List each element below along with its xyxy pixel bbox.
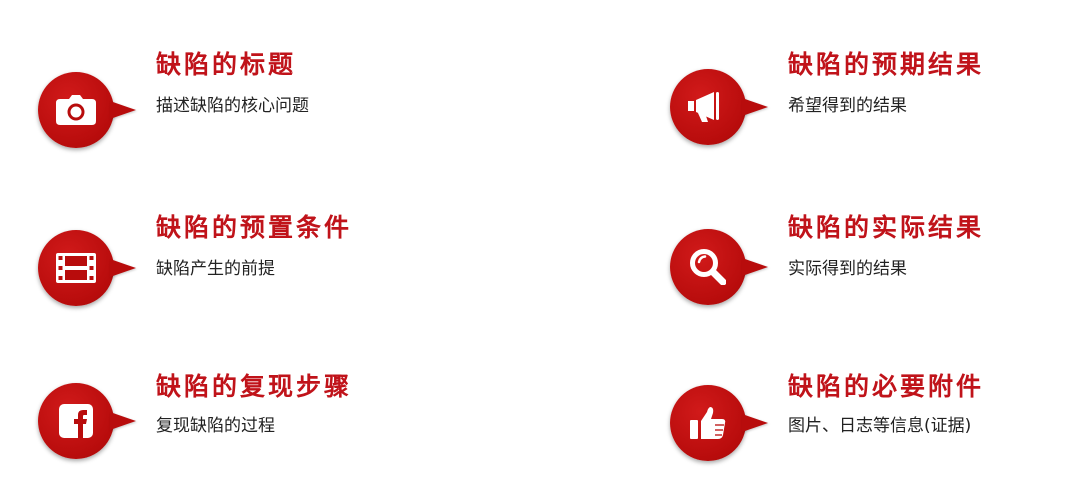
defect-repro-steps-item: 缺陷的复现步骤 复现缺陷的过程 bbox=[38, 367, 458, 477]
item-description: 图片、日志等信息(证据) bbox=[788, 416, 972, 436]
item-title: 缺陷的实际结果 bbox=[788, 213, 985, 242]
facebook-badge bbox=[38, 383, 114, 459]
camera-badge bbox=[38, 72, 114, 148]
film-icon bbox=[56, 253, 96, 283]
item-title: 缺陷的预置条件 bbox=[156, 213, 353, 242]
magnifier-icon bbox=[690, 249, 726, 285]
camera-icon bbox=[56, 95, 96, 125]
item-title: 缺陷的复现步骤 bbox=[156, 372, 353, 401]
defect-attachments-item: 缺陷的必要附件 图片、日志等信息(证据) bbox=[670, 367, 1075, 477]
item-description: 缺陷产生的前提 bbox=[156, 259, 275, 279]
thumbs-up-badge bbox=[670, 385, 746, 461]
magnifier-badge bbox=[670, 229, 746, 305]
item-description: 描述缺陷的核心问题 bbox=[156, 96, 309, 116]
defect-expected-result-item: 缺陷的预期结果 希望得到的结果 bbox=[670, 45, 1075, 155]
item-description: 实际得到的结果 bbox=[788, 259, 907, 279]
defect-title-item: 缺陷的标题 描述缺陷的核心问题 bbox=[38, 45, 458, 155]
item-title: 缺陷的标题 bbox=[156, 50, 297, 79]
megaphone-badge bbox=[670, 69, 746, 145]
defect-precondition-item: 缺陷的预置条件 缺陷产生的前提 bbox=[38, 208, 458, 318]
thumbs-up-icon bbox=[690, 407, 726, 439]
megaphone-icon bbox=[688, 92, 719, 122]
film-badge bbox=[38, 230, 114, 306]
item-title: 缺陷的预期结果 bbox=[788, 50, 985, 79]
item-title: 缺陷的必要附件 bbox=[788, 372, 985, 401]
item-description: 复现缺陷的过程 bbox=[156, 416, 275, 436]
item-description: 希望得到的结果 bbox=[788, 96, 907, 116]
facebook-icon bbox=[59, 404, 93, 438]
defect-actual-result-item: 缺陷的实际结果 实际得到的结果 bbox=[670, 208, 1075, 318]
